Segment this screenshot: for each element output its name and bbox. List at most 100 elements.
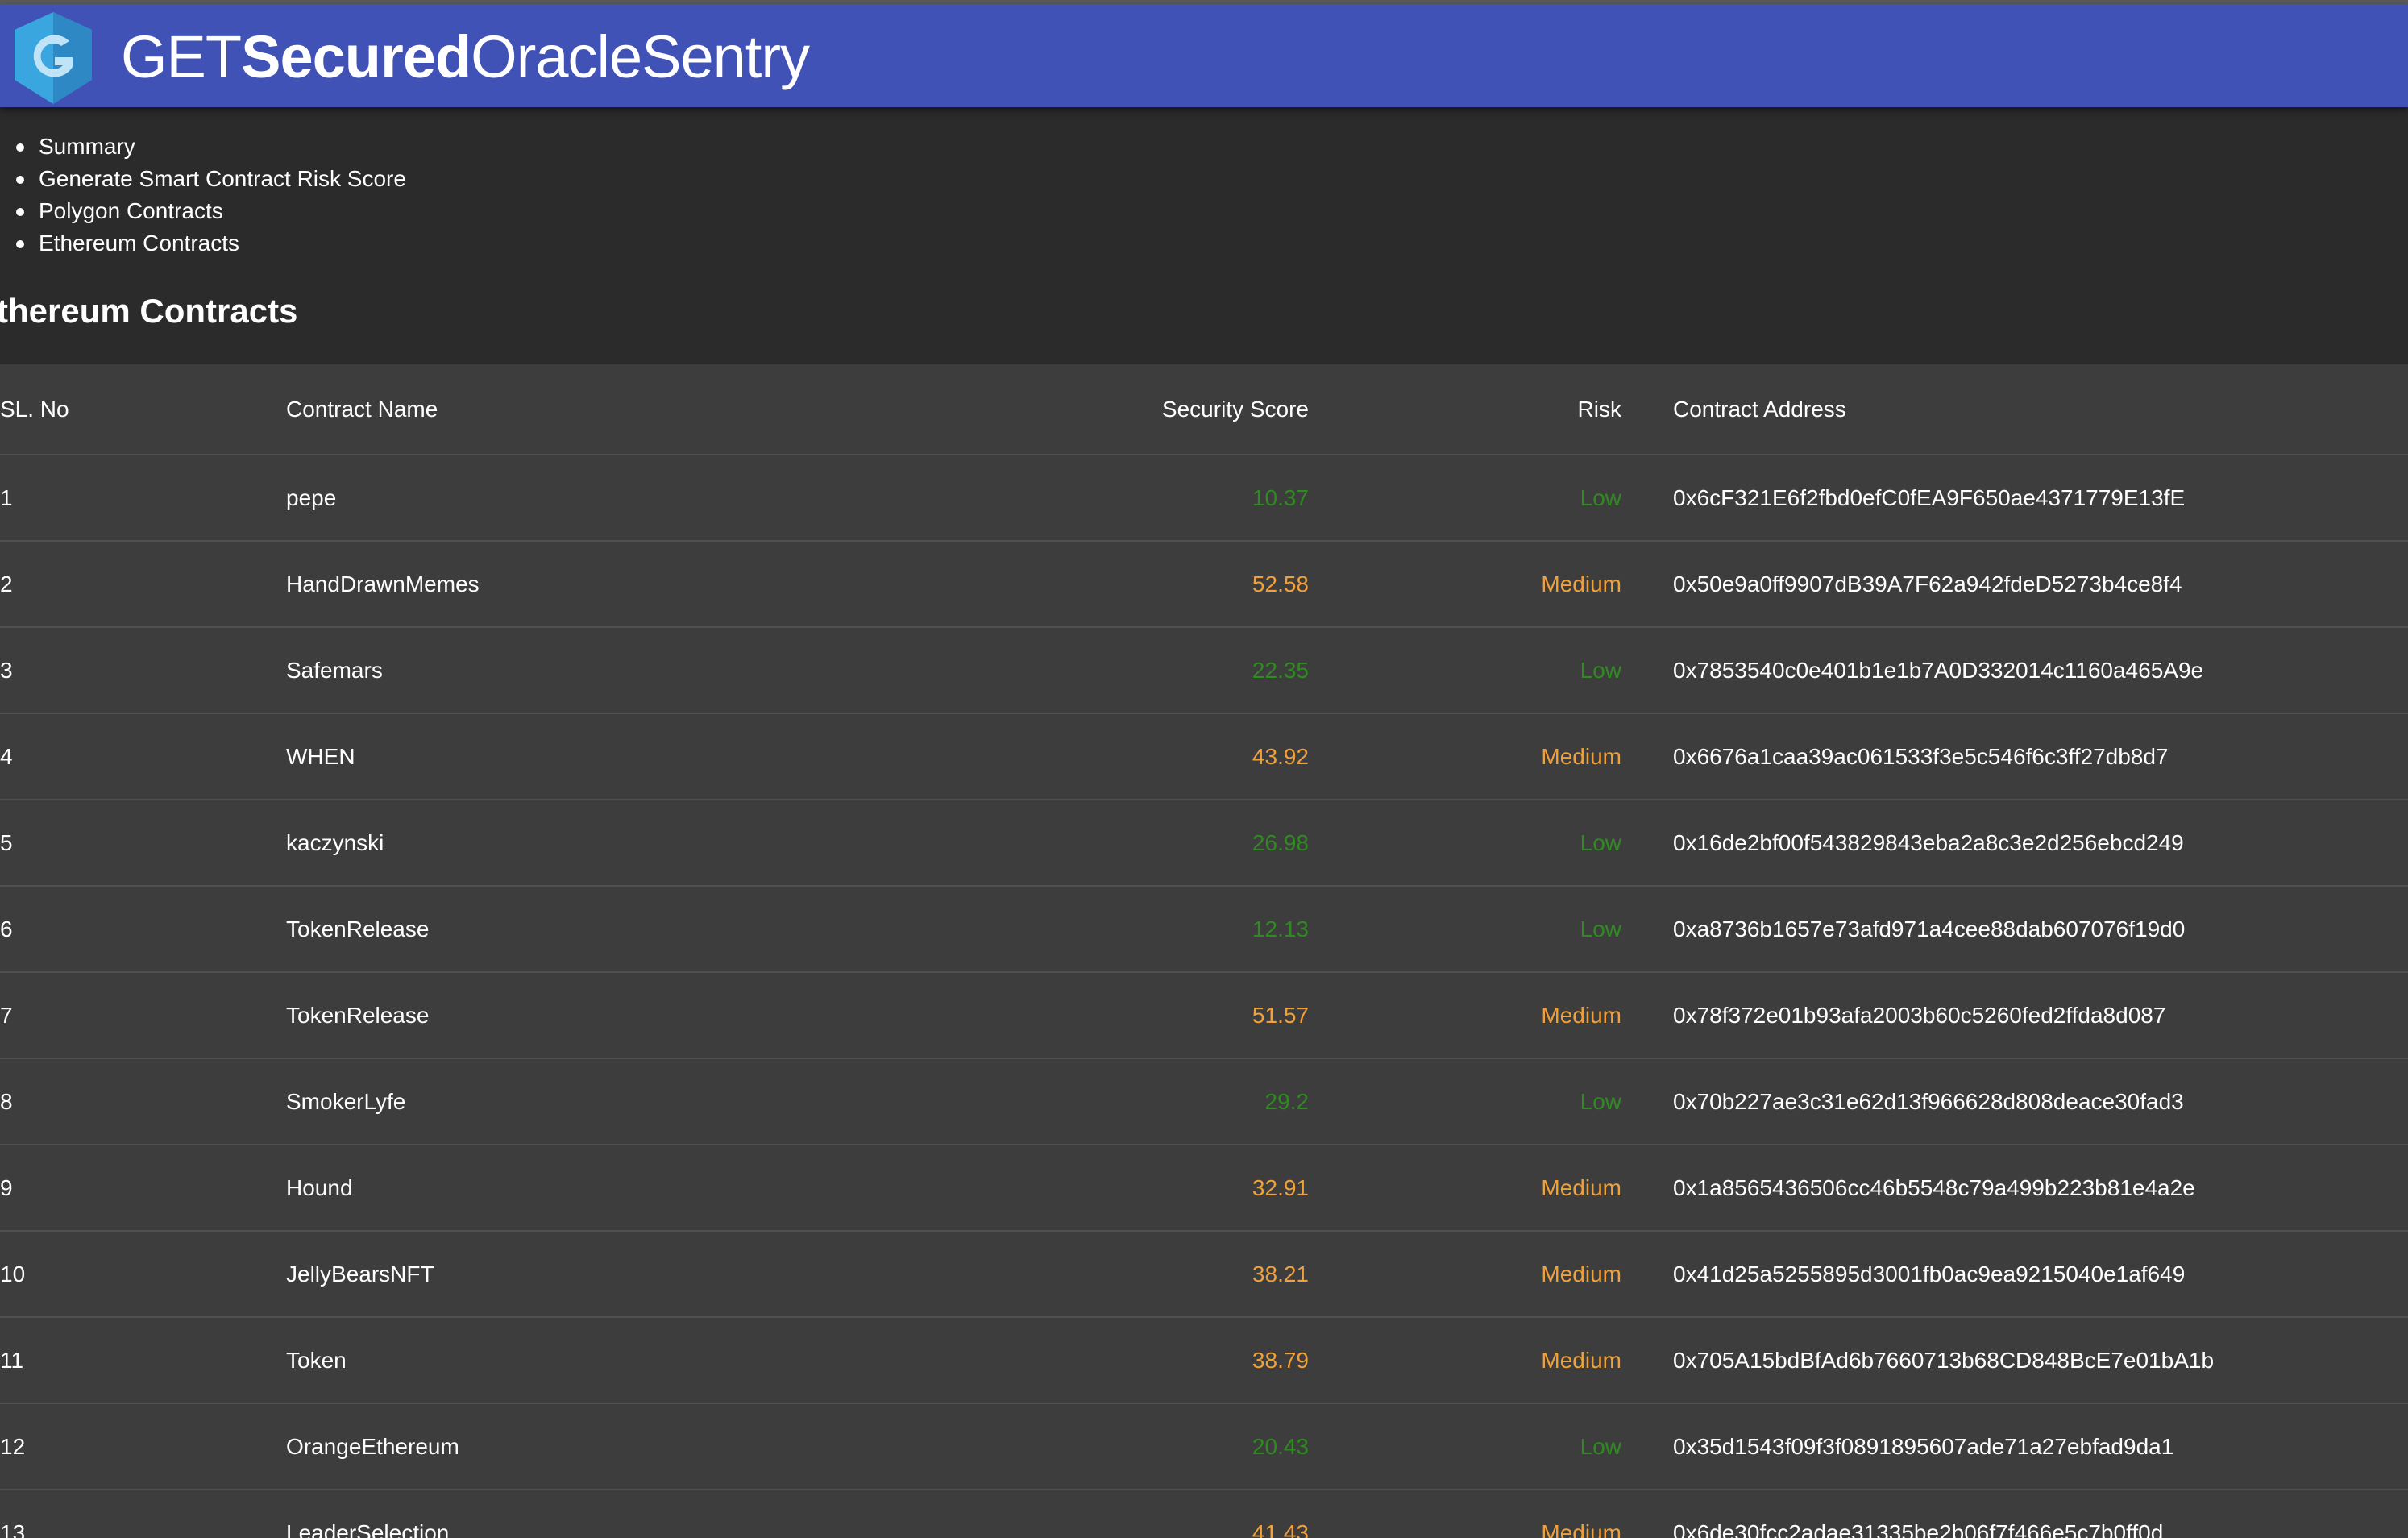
cell-contract-address: 0x70b227ae3c31e62d13f966628d808deace30fa…: [1673, 1088, 2184, 1114]
cell-contract-address: 0x16de2bf00f543829843eba2a8c3e2d256ebcd2…: [1673, 829, 2184, 855]
nav-item-label: Polygon Contracts: [39, 198, 223, 223]
table-row[interactable]: 9 Hound 32.91 Medium 0x1a8565436506cc46b…: [0, 1145, 2408, 1232]
table-header-row: SL. No Contract Name Security Score Risk…: [0, 364, 2408, 455]
nav-item-label: Summary: [39, 134, 135, 159]
table-row[interactable]: 7 TokenRelease 51.57 Medium 0x78f372e01b…: [0, 973, 2408, 1059]
table-row[interactable]: 12 OrangeEthereum 20.43 Low 0x35d1543f09…: [0, 1404, 2408, 1490]
table-row[interactable]: 8 SmokerLyfe 29.2 Low 0x70b227ae3c31e62d…: [0, 1059, 2408, 1145]
getsecured-logo-icon[interactable]: [11, 10, 95, 106]
header-security-score: Security Score: [1161, 396, 1309, 422]
cell-risk: Medium: [1541, 571, 1621, 596]
cell-contract-address: 0x50e9a0ff9907dB39A7F62a942fdeD5273b4ce8…: [1673, 571, 2182, 596]
cell-contract-name: HandDrawnMemes: [286, 571, 480, 596]
cell-contract-name: WHEN: [286, 743, 355, 769]
cell-contract-address: 0x705A15bdBfAd6b7660713b68CD848BcE7e01bA…: [1673, 1347, 2215, 1373]
cell-risk: Low: [1580, 484, 1621, 510]
cell-contract-address: 0x6de30fcc2adae31335be2b06f7f466e5c7b0ff…: [1673, 1519, 2164, 1538]
cell-security-score: 26.98: [1252, 829, 1309, 855]
cell-security-score: 29.2: [1264, 1088, 1310, 1114]
bullet-icon: [16, 208, 24, 216]
cell-sl-no: 10: [0, 1261, 26, 1287]
cell-sl-no: 7: [0, 1002, 13, 1028]
cell-risk: Low: [1580, 829, 1621, 855]
cell-contract-address: 0x78f372e01b93afa2003b60c5260fed2ffda8d0…: [1673, 1002, 2166, 1028]
cell-contract-address: 0x6676a1caa39ac061533f3e5c546f6c3ff27db8…: [1673, 743, 2169, 769]
brand-get: GET: [121, 23, 242, 90]
header-contract-name: Contract Name: [286, 396, 438, 422]
cell-contract-address: 0x7853540c0e401b1e1b7A0D332014c1160a465A…: [1673, 657, 2204, 683]
page: GETSecuredOracleSentry Summary Generate …: [0, 0, 2408, 1538]
cell-sl-no: 4: [0, 743, 13, 769]
cell-security-score: 32.91: [1252, 1174, 1309, 1200]
header-sl-no: SL. No: [0, 396, 69, 422]
cell-security-score: 38.21: [1252, 1261, 1309, 1287]
cell-security-score: 43.92: [1252, 743, 1309, 769]
cell-risk: Medium: [1541, 1519, 1621, 1538]
table-row[interactable]: 2 HandDrawnMemes 52.58 Medium 0x50e9a0ff…: [0, 542, 2408, 628]
cell-risk: Low: [1580, 1088, 1621, 1114]
brand-title[interactable]: GETSecuredOracleSentry: [121, 20, 810, 94]
cell-contract-name: TokenRelease: [286, 916, 430, 942]
cell-sl-no: 3: [0, 657, 13, 683]
nav-item-polygon-contracts[interactable]: Polygon Contracts: [0, 195, 406, 227]
bullet-icon: [16, 143, 24, 152]
table-row[interactable]: 4 WHEN 43.92 Medium 0x6676a1caa39ac06153…: [0, 714, 2408, 800]
cell-contract-name: pepe: [286, 484, 337, 510]
app-header: GETSecuredOracleSentry: [0, 4, 2408, 107]
cell-contract-name: Token: [286, 1347, 347, 1373]
table-row[interactable]: 10 JellyBearsNFT 38.21 Medium 0x41d25a52…: [0, 1232, 2408, 1318]
cell-sl-no: 5: [0, 829, 13, 855]
cell-sl-no: 9: [0, 1174, 13, 1200]
cell-contract-name: kaczynski: [286, 829, 384, 855]
cell-risk: Medium: [1541, 743, 1621, 769]
cell-contract-name: JellyBearsNFT: [286, 1261, 434, 1287]
cell-sl-no: 12: [0, 1433, 26, 1459]
nav-item-summary[interactable]: Summary: [0, 131, 406, 163]
nav-item-label: Ethereum Contracts: [39, 231, 239, 256]
cell-security-score: 41.43: [1252, 1519, 1309, 1538]
cell-sl-no: 13: [0, 1519, 26, 1538]
cell-security-score: 20.43: [1252, 1433, 1309, 1459]
bullet-icon: [16, 176, 24, 184]
cell-contract-name: LeaderSelection: [286, 1519, 450, 1538]
cell-security-score: 22.35: [1252, 657, 1309, 683]
header-contract-address: Contract Address: [1673, 396, 1846, 422]
cell-security-score: 52.58: [1252, 571, 1309, 596]
bullet-icon: [16, 240, 24, 248]
table-row[interactable]: 1 pepe 10.37 Low 0x6cF321E6f2fbd0efC0fEA…: [0, 455, 2408, 542]
page-title: Ethereum Contracts: [0, 292, 298, 330]
table-row[interactable]: 11 Token 38.79 Medium 0x705A15bdBfAd6b76…: [0, 1318, 2408, 1404]
table-row[interactable]: 5 kaczynski 26.98 Low 0x16de2bf00f543829…: [0, 800, 2408, 887]
cell-contract-name: TokenRelease: [286, 1002, 430, 1028]
cell-contract-name: Hound: [286, 1174, 353, 1200]
cell-risk: Low: [1580, 1433, 1621, 1459]
cell-risk: Low: [1580, 916, 1621, 942]
cell-security-score: 51.57: [1252, 1002, 1309, 1028]
cell-security-score: 10.37: [1252, 484, 1309, 510]
cell-contract-address: 0x6cF321E6f2fbd0efC0fEA9F650ae4371779E13…: [1673, 484, 2186, 510]
cell-risk: Medium: [1541, 1261, 1621, 1287]
cell-contract-address: 0xa8736b1657e73afd971a4cee88dab607076f19…: [1673, 916, 2186, 942]
header-risk: Risk: [1577, 396, 1621, 422]
cell-contract-name: OrangeEthereum: [286, 1433, 459, 1459]
nav-item-generate-risk-score[interactable]: Generate Smart Contract Risk Score: [0, 163, 406, 195]
cell-risk: Medium: [1541, 1347, 1621, 1373]
cell-contract-name: SmokerLyfe: [286, 1088, 406, 1114]
cell-security-score: 38.79: [1252, 1347, 1309, 1373]
table-row[interactable]: 3 Safemars 22.35 Low 0x7853540c0e401b1e1…: [0, 628, 2408, 714]
table-row[interactable]: 6 TokenRelease 12.13 Low 0xa8736b1657e73…: [0, 887, 2408, 973]
cell-sl-no: 2: [0, 571, 13, 596]
cell-risk: Medium: [1541, 1174, 1621, 1200]
cell-sl-no: 6: [0, 916, 13, 942]
brand-oraclesentry: OracleSentry: [471, 23, 810, 90]
contracts-table: SL. No Contract Name Security Score Risk…: [0, 364, 2408, 1538]
nav-item-ethereum-contracts[interactable]: Ethereum Contracts: [0, 227, 406, 260]
cell-contract-address: 0x35d1543f09f3f0891895607ade71a27ebfad9d…: [1673, 1433, 2174, 1459]
cell-security-score: 12.13: [1252, 916, 1309, 942]
main-nav: Summary Generate Smart Contract Risk Sco…: [0, 131, 406, 260]
cell-risk: Low: [1580, 657, 1621, 683]
cell-contract-address: 0x41d25a5255895d3001fb0ac9ea9215040e1af6…: [1673, 1261, 2186, 1287]
table-row[interactable]: 13 LeaderSelection 41.43 Medium 0x6de30f…: [0, 1490, 2408, 1538]
brand-secured: Secured: [241, 23, 471, 90]
cell-risk: Medium: [1541, 1002, 1621, 1028]
